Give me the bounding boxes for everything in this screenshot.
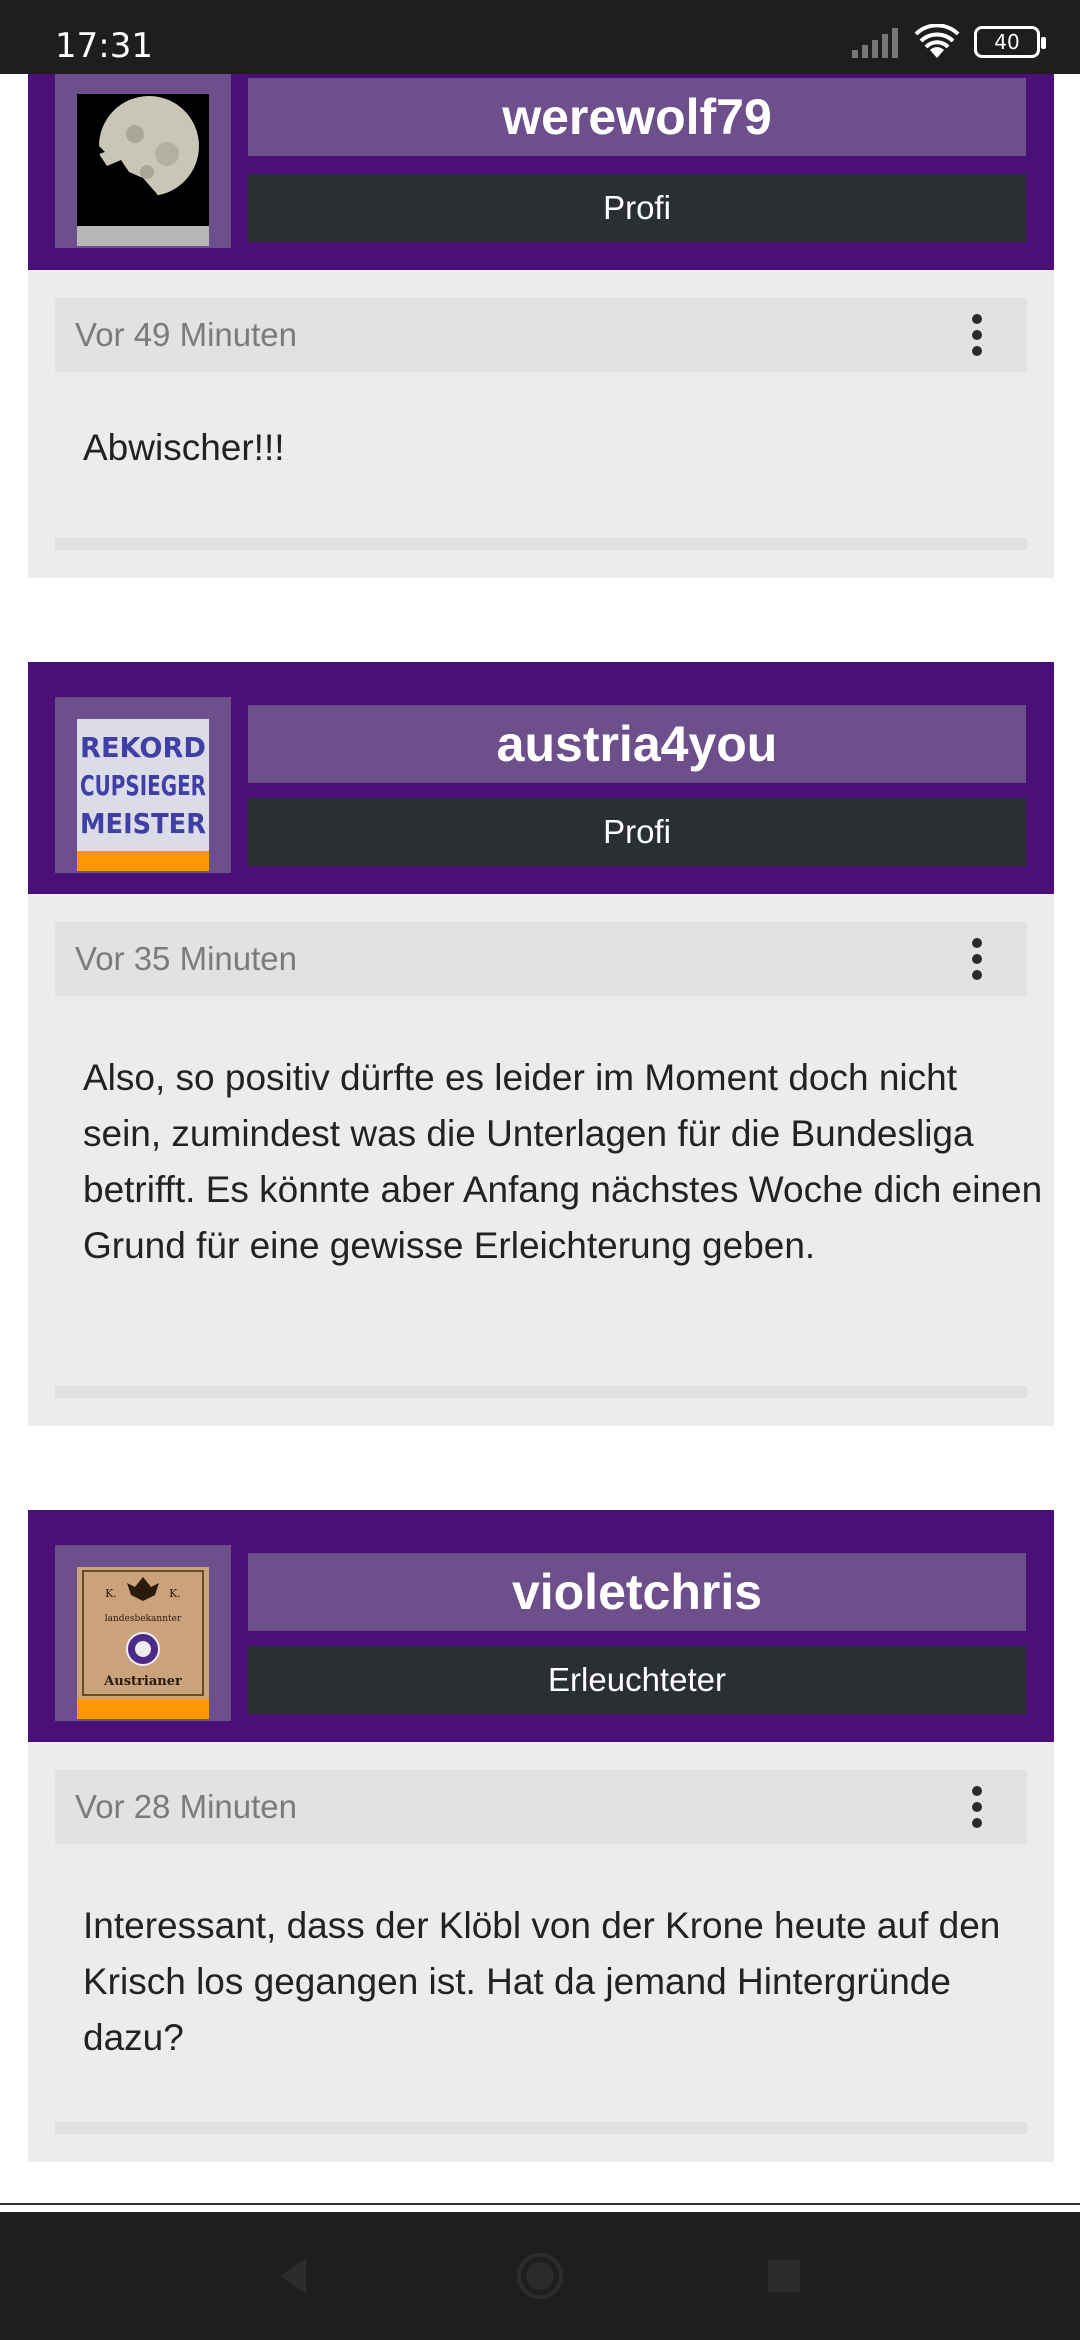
back-icon[interactable] xyxy=(270,2252,318,2300)
wifi-icon xyxy=(914,24,960,58)
battery-level: 40 xyxy=(994,30,1020,54)
avatar-text-subtitle: landesbekannter xyxy=(105,1614,182,1624)
post-timestamp: Vor 35 Minuten xyxy=(75,940,297,977)
page-bottom-divider xyxy=(0,2203,1080,2205)
post-footer-divider xyxy=(55,2122,1027,2134)
post-body: Vor 35 Minuten Also, so positiv dürfte e… xyxy=(28,894,1054,1426)
username-austria4you[interactable]: austria4you xyxy=(248,705,1026,783)
avatar-text-k2: K. xyxy=(169,1587,181,1600)
avatar-rank-bar xyxy=(77,226,209,246)
avatar-rank-bar xyxy=(77,1699,209,1719)
avatar-text-line1: REKORD xyxy=(80,731,206,764)
post-header: werewolf79 Profi xyxy=(28,74,1054,270)
post-header: K. K. landesbekannter Austrianer violetc… xyxy=(28,1510,1054,1742)
avatar-text-k1: K. xyxy=(105,1587,117,1600)
post-message: Also, so positiv dürfte es leider im Mom… xyxy=(83,1057,1043,1266)
system-nav-bar xyxy=(0,2212,1080,2340)
post-meta-bar: Vor 28 Minuten xyxy=(55,1770,1027,1844)
post-footer-divider xyxy=(55,538,1027,550)
avatar-text-line2: CUPSIEGER xyxy=(80,769,206,802)
post-body: Vor 49 Minuten Abwischer!!! xyxy=(28,270,1054,578)
avatar[interactable]: K. K. landesbekannter Austrianer xyxy=(55,1545,231,1721)
avatar-text-line3: MEISTER xyxy=(80,807,206,840)
more-options-icon[interactable] xyxy=(967,314,987,356)
home-icon[interactable] xyxy=(516,2252,564,2300)
avatar-rank-bar xyxy=(77,851,209,871)
signal-icon xyxy=(852,28,898,58)
username-violetchris[interactable]: violetchris xyxy=(248,1553,1026,1631)
status-icons: 40 xyxy=(850,22,1046,62)
status-time: 17:31 xyxy=(55,26,153,66)
post-timestamp: Vor 28 Minuten xyxy=(75,1788,297,1825)
more-options-icon[interactable] xyxy=(967,1786,987,1828)
avatar[interactable]: REKORD CUPSIEGER MEISTER xyxy=(55,697,231,873)
user-rank-badge: Profi xyxy=(248,174,1026,242)
post-meta-bar: Vor 35 Minuten xyxy=(55,922,1027,996)
user-rank-badge: Erleuchteter xyxy=(248,1646,1026,1714)
more-options-icon[interactable] xyxy=(967,938,987,980)
post-meta-bar: Vor 49 Minuten xyxy=(55,298,1027,372)
wolf-moon-avatar xyxy=(77,94,209,226)
post-footer-divider xyxy=(55,1386,1027,1398)
post-message: Interessant, dass der Klöbl von der Kron… xyxy=(83,1905,1001,2058)
username-werewolf79[interactable]: werewolf79 xyxy=(248,78,1026,156)
post-message: Abwischer!!! xyxy=(83,427,285,468)
user-rank-badge: Profi xyxy=(248,798,1026,866)
post-body: Vor 28 Minuten Interessant, dass der Klö… xyxy=(28,1742,1054,2162)
avatar[interactable] xyxy=(55,74,231,248)
avatar-text-title: Austrianer xyxy=(103,1674,182,1689)
rekord-cupsieger-meister-avatar: REKORD CUPSIEGER MEISTER xyxy=(77,719,209,851)
recents-icon[interactable] xyxy=(760,2252,808,2300)
battery-icon: 40 xyxy=(974,26,1046,58)
austrianer-crest-avatar: K. K. landesbekannter Austrianer xyxy=(77,1567,209,1699)
post-header: REKORD CUPSIEGER MEISTER austria4you Pro… xyxy=(28,662,1054,894)
status-bar: 17:31 40 xyxy=(0,0,1080,74)
post-timestamp: Vor 49 Minuten xyxy=(75,316,297,353)
